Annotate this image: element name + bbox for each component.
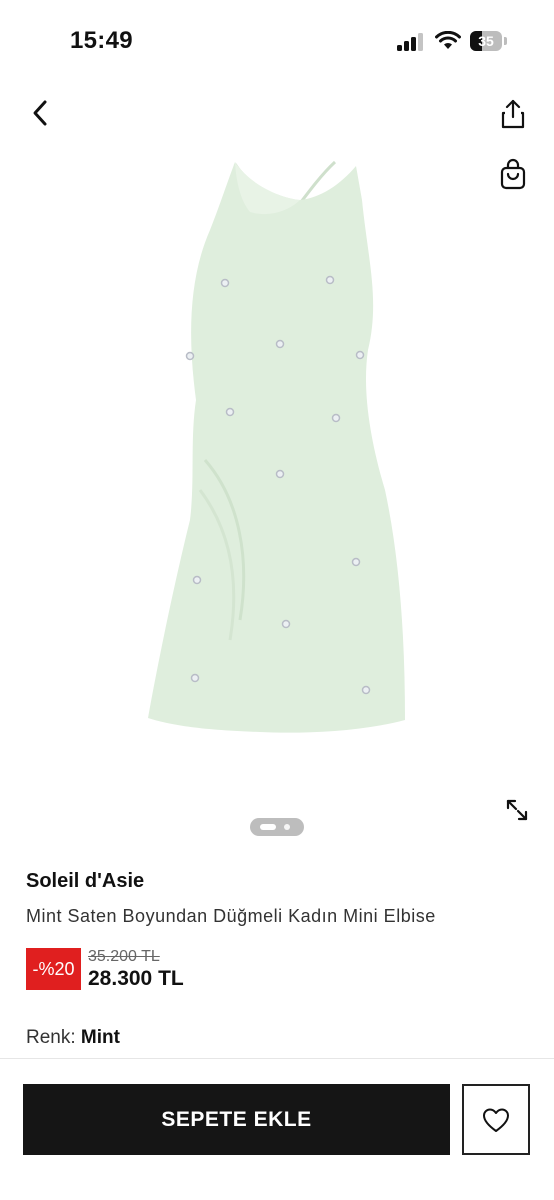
favorite-button[interactable] [462, 1084, 530, 1155]
current-price: 28.300 TL [88, 967, 184, 990]
shopping-bag-icon [500, 158, 526, 190]
battery-level: 35 [478, 33, 494, 49]
color-value: Mint [80, 1027, 120, 1048]
chevron-left-icon [33, 100, 47, 126]
heart-icon [483, 1108, 509, 1132]
status-time: 15:49 [70, 27, 133, 54]
status-bar: 15:49 35 [0, 0, 554, 80]
pager-dot-active[interactable] [260, 824, 276, 830]
divider [0, 1058, 554, 1059]
add-to-cart-button[interactable]: SEPETE EKLE [23, 1084, 450, 1155]
image-pager[interactable] [250, 818, 304, 836]
product-title: Mint Saten Boyundan Düğmeli Kadın Mini E… [26, 906, 436, 926]
shopping-bag-button[interactable] [496, 155, 530, 193]
share-button[interactable] [496, 96, 530, 132]
battery-icon: 35 [470, 31, 508, 51]
product-image[interactable] [100, 140, 460, 760]
share-icon [501, 99, 525, 129]
brand-name[interactable]: Soleil d'Asie [26, 870, 144, 893]
expand-icon [506, 799, 528, 821]
cellular-signal-icon [397, 33, 423, 51]
old-price: 35.200 TL [88, 948, 160, 965]
discount-badge: -%20 [26, 948, 81, 990]
pager-dot[interactable] [284, 824, 290, 830]
color-row: Renk: Mint [26, 1027, 120, 1049]
wifi-icon [435, 31, 461, 49]
color-label: Renk: [26, 1027, 76, 1048]
back-button[interactable] [22, 95, 58, 131]
expand-image-button[interactable] [500, 793, 534, 827]
